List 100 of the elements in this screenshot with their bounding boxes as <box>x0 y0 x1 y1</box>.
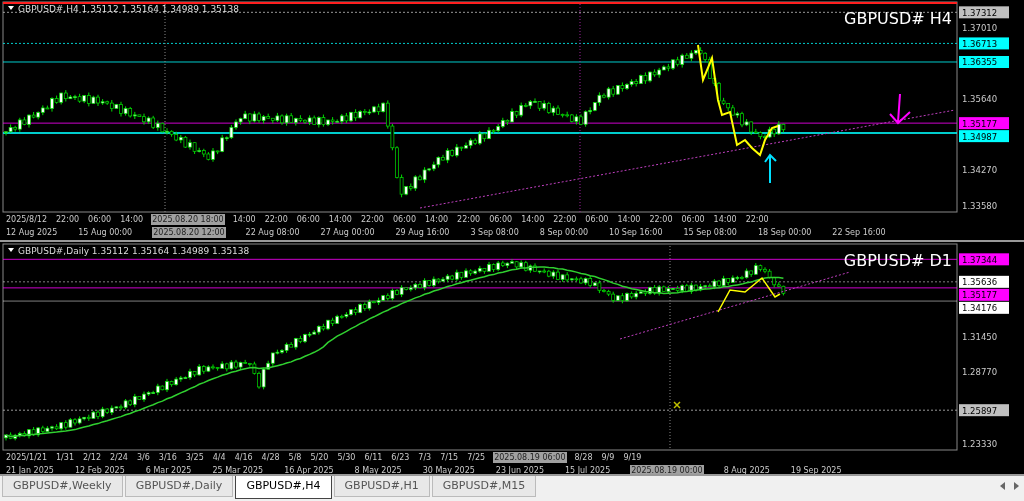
chart-tab[interactable]: GBPUSD#,Daily <box>124 476 234 497</box>
arrow-icon <box>889 93 911 125</box>
time-label: 2025/1/21 <box>5 452 49 463</box>
time-label: 06:00 <box>488 214 514 225</box>
time-label: 06:00 <box>680 214 706 225</box>
time-label: 7/3 <box>417 452 433 463</box>
time-label: 10 Sep 16:00 <box>608 227 664 238</box>
time-label: 2025.08.19 00:00 <box>630 465 704 476</box>
price-tick: 1.31450 <box>962 332 998 342</box>
time-label: 3 Sep 08:00 <box>469 227 520 238</box>
time-label: 9/19 <box>622 452 643 463</box>
time-label: 06:00 <box>584 214 610 225</box>
time-label: 2/12 <box>82 452 102 463</box>
time-label: 12 Aug 2025 <box>5 227 59 238</box>
time-label: 2025/8/12 <box>5 214 49 225</box>
price-tag: 1.34987 <box>959 130 1009 143</box>
time-label: 22 Sep 16:00 <box>831 227 887 238</box>
price-tick: 1.23330 <box>962 439 998 449</box>
time-label: 6/23 <box>390 452 411 463</box>
price-tag: 1.36713 <box>959 37 1009 50</box>
time-label: 9/9 <box>600 452 616 463</box>
time-label: 22:00 <box>552 214 578 225</box>
time-label: 2025.08.20 18:00 <box>151 214 225 225</box>
time-label: 22:00 <box>456 214 482 225</box>
time-label: 12 Feb 2025 <box>73 465 126 476</box>
price-tick: 1.34270 <box>962 165 998 176</box>
time-label: 8/28 <box>573 452 594 463</box>
time-label: 18 Sep 00:00 <box>756 227 813 238</box>
time-label: 15 Jul 2025 <box>563 465 612 476</box>
time-label: 7/15 <box>439 452 460 463</box>
time-label: 14:00 <box>616 214 642 225</box>
price-tag: 1.34176 <box>959 301 1009 314</box>
time-label: 19 Sep 2025 <box>789 465 843 476</box>
price-tick: 1.35640 <box>962 94 998 105</box>
time-label: 4/16 <box>233 452 254 463</box>
symbol-label: GBPUSD# H4 <box>844 9 952 28</box>
time-label: 06:00 <box>87 214 113 225</box>
time-label: 22:00 <box>359 214 385 225</box>
time-label: 25 Mar 2025 <box>211 465 265 476</box>
time-label: 30 May 2025 <box>421 465 476 476</box>
time-label: 15 Sep 08:00 <box>682 227 738 238</box>
time-label: 22:00 <box>744 214 770 225</box>
zigzag-line <box>717 276 781 313</box>
chart-tab[interactable]: GBPUSD#,H4 <box>235 476 332 499</box>
time-label: 2025.08.19 06:00 <box>493 452 567 463</box>
time-label: 14:00 <box>424 214 450 225</box>
time-label: 14:00 <box>119 214 145 225</box>
time-label: 2/24 <box>108 452 129 463</box>
time-label: 22:00 <box>55 214 81 225</box>
price-tick: 1.28770 <box>962 367 998 378</box>
collapse-icon[interactable] <box>8 6 14 10</box>
time-label: 27 Aug 00:00 <box>319 227 376 238</box>
time-label: 06:00 <box>391 214 417 225</box>
time-label: 16 Apr 2025 <box>283 465 335 476</box>
time-label: 3/16 <box>157 452 178 463</box>
chart-tab[interactable]: GBPUSD#,H1 <box>333 476 430 497</box>
time-label: 29 Aug 16:00 <box>394 227 451 238</box>
time-label: 4/28 <box>260 452 281 463</box>
time-label: 5/20 <box>309 452 330 463</box>
time-label: 22:00 <box>263 214 289 225</box>
chart-header: GBPUSD#,Daily 1.35112 1.35164 1.34989 1.35138 <box>18 246 250 256</box>
price-tick: 1.37010 <box>962 23 998 33</box>
price-tag: 1.35177 <box>959 288 1009 301</box>
time-label: 14:00 <box>520 214 546 225</box>
time-label: 14:00 <box>327 214 353 225</box>
time-label: 3/6 <box>135 452 151 463</box>
time-label: 5/8 <box>287 452 303 463</box>
time-label: 5/30 <box>336 452 357 463</box>
price-tag: 1.25897 <box>959 404 1009 417</box>
time-label: 8 Sep 00:00 <box>538 227 590 238</box>
time-label: 7/25 <box>466 452 487 463</box>
chart-tab[interactable]: GBPUSD#,Weekly <box>2 476 123 497</box>
time-label: 6 Mar 2025 <box>144 465 193 476</box>
time-label: 22:00 <box>648 214 674 225</box>
collapse-icon[interactable] <box>8 248 14 252</box>
cross-marker-icon <box>673 401 681 409</box>
price-tag: 1.37312 <box>959 6 1009 19</box>
scroll-right-icon[interactable] <box>1013 482 1019 490</box>
price-tag: 1.37344 <box>959 253 1009 266</box>
time-label: 4/4 <box>211 452 227 463</box>
arrow-icon <box>764 153 777 184</box>
time-label: 21 Jan 2025 <box>5 465 55 476</box>
time-label: 23 Jun 2025 <box>494 465 545 476</box>
time-label: 2025.08.20 12:00 <box>152 227 226 238</box>
time-label: 14:00 <box>231 214 257 225</box>
time-label: 1/31 <box>55 452 75 463</box>
chart-header: GBPUSD#,H4 1.35112 1.35164 1.34989 1.35138 <box>18 4 239 14</box>
price-tag: 1.36355 <box>959 56 1009 68</box>
price-tick: 1.33580 <box>962 201 998 211</box>
time-label: 6/11 <box>363 452 384 463</box>
chart-tab[interactable]: GBPUSD#,M15 <box>431 476 537 497</box>
time-label: 14:00 <box>712 214 738 225</box>
time-label: 15 Aug 00:00 <box>77 227 134 238</box>
time-label: 3/25 <box>184 452 205 463</box>
price-tag: 1.35636 <box>959 275 1009 288</box>
time-label: 06:00 <box>295 214 321 225</box>
time-label: 8 May 2025 <box>353 465 403 476</box>
time-label: 22 Aug 08:00 <box>244 227 301 238</box>
scroll-left-icon[interactable] <box>1000 482 1006 490</box>
time-label: 8 Aug 2025 <box>722 465 771 476</box>
